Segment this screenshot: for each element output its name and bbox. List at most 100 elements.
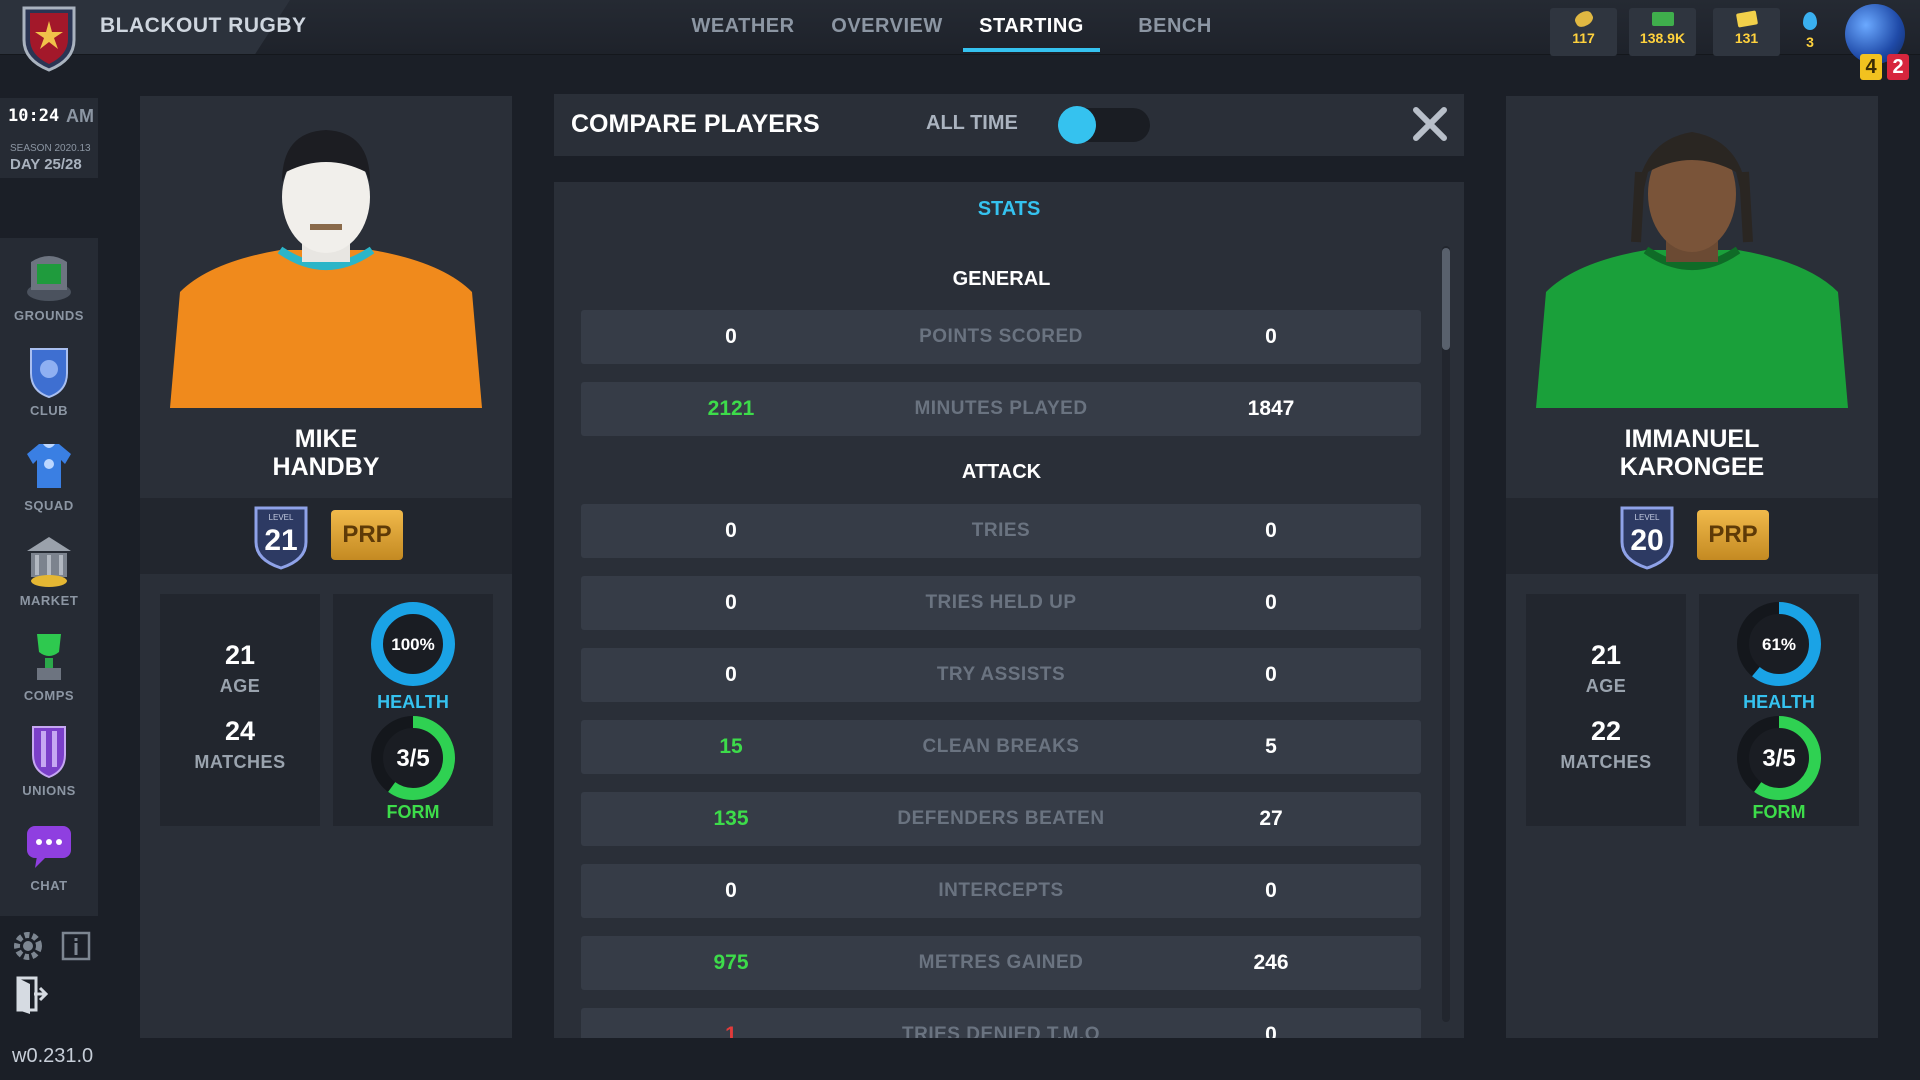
stat-right-value: 27: [1259, 807, 1283, 830]
nav-unions[interactable]: UNIONS: [0, 715, 98, 810]
age-value: 21: [224, 640, 256, 670]
stat-right-value: 246: [1253, 951, 1289, 974]
nav-comps[interactable]: COMPS: [0, 620, 98, 715]
age-label: AGE: [1585, 676, 1627, 696]
stat-label: INTERCEPTS: [938, 880, 1064, 901]
stat-row: 0 TRY ASSISTS 0: [581, 648, 1421, 702]
resource-cash[interactable]: 138.9K: [1629, 8, 1696, 56]
app-title: BLACKOUT RUGBY: [100, 14, 307, 37]
club-crest-logo[interactable]: [18, 2, 80, 72]
nav-club[interactable]: CLUB: [0, 335, 98, 430]
stat-right-value: 0: [1265, 663, 1277, 686]
scrollbar-track[interactable]: [1442, 246, 1450, 1022]
player-right-name: IMMANUEL KARONGEE: [1506, 425, 1878, 481]
cash-icon: [1651, 12, 1674, 26]
matches-value: 22: [1590, 716, 1622, 746]
tab-starting[interactable]: STARTING: [963, 0, 1100, 54]
stat-left-value: 0: [725, 325, 737, 348]
info-icon[interactable]: [58, 928, 94, 964]
position-badge: PRP: [331, 510, 403, 560]
resource-value: 138.9K: [1639, 30, 1686, 46]
notification-badge-yellow[interactable]: 4: [1860, 54, 1882, 80]
nav-market[interactable]: MARKET: [0, 525, 98, 620]
club-crest-icon: [30, 348, 68, 399]
clock-time: 10:24: [8, 106, 60, 126]
last-name: HANDBY: [272, 453, 380, 481]
stat-row: 975 METRES GAINED 246: [581, 936, 1421, 990]
union-shield-icon: [32, 726, 66, 779]
stats-tab[interactable]: STATS: [554, 198, 1464, 221]
exit-door-icon[interactable]: [12, 974, 48, 1014]
stat-label: TRY ASSISTS: [936, 664, 1066, 685]
gear-icon[interactable]: [10, 928, 46, 964]
form-label: FORM: [386, 802, 440, 822]
day-label: DAY 25/28: [10, 156, 82, 173]
notification-badge-red[interactable]: 2: [1887, 54, 1909, 80]
section-general: GENERAL: [952, 268, 1051, 290]
stat-right-value: 0: [1265, 879, 1277, 902]
stat-right-value: 5: [1265, 735, 1277, 758]
stat-right-value: 0: [1265, 591, 1277, 614]
resource-rugby-balls[interactable]: 117: [1550, 8, 1617, 56]
stat-left-value: 15: [719, 735, 743, 758]
nav-label: SQUAD: [24, 498, 74, 513]
stat-left-value: 975: [713, 951, 749, 974]
stat-row: 135 DEFENDERS BEATEN 27: [581, 792, 1421, 846]
resource-water[interactable]: 3: [1790, 8, 1830, 56]
player-right-badges: [1506, 498, 1878, 574]
toggle-knob[interactable]: [1058, 106, 1096, 144]
level-value: 20: [1630, 524, 1663, 557]
player-left-portrait[interactable]: [170, 112, 482, 408]
nav-squad[interactable]: SQUAD: [0, 430, 98, 525]
stat-left-value: 0: [725, 591, 737, 614]
age-value: 21: [1590, 640, 1622, 670]
form-ring: 3/5: [1737, 716, 1821, 800]
matches-label: MATCHES: [194, 752, 286, 772]
stat-row: 15 CLEAN BREAKS 5: [581, 720, 1421, 774]
health-value: 100%: [391, 635, 434, 654]
player-left-condition: 100% HEALTH 3/5 FORM: [333, 594, 493, 826]
stat-label: TRIES HELD UP: [925, 592, 1077, 613]
close-icon[interactable]: [1410, 104, 1450, 144]
tab-bench[interactable]: BENCH: [1112, 0, 1238, 54]
player-right-condition: 61% HEALTH 3/5 FORM: [1699, 594, 1859, 826]
nav-label: CHAT: [30, 878, 68, 893]
scrollbar-thumb[interactable]: [1442, 248, 1450, 350]
health-value: 61%: [1762, 635, 1796, 654]
season-label: SEASON 2020.13: [10, 143, 91, 154]
matches-label: MATCHES: [1560, 752, 1652, 772]
resource-value: 117: [1572, 30, 1595, 46]
nav-label: MARKET: [19, 593, 79, 608]
stat-right-value: 0: [1265, 519, 1277, 542]
stats-panel: STATS GENERAL ATTACK 0 POINTS SCORED 0 2121…: [554, 182, 1464, 1038]
form-label: FORM: [1752, 802, 1806, 822]
health-ring: 100%: [371, 602, 455, 686]
nav-grounds[interactable]: GROUNDS: [0, 240, 98, 335]
stat-row: 0 INTERCEPTS 0: [581, 864, 1421, 918]
nav-label: GROUNDS: [14, 308, 84, 323]
tab-weather[interactable]: WEATHER: [680, 0, 806, 54]
stat-right-value: 1847: [1247, 397, 1295, 420]
stat-row: 1 TRIES DENIED T.M.O 0: [581, 1008, 1421, 1038]
player-right-bio: 21 AGE 22 MATCHES: [1526, 594, 1686, 826]
stat-left-value: 0: [725, 879, 737, 902]
jersey-icon: [27, 444, 71, 488]
stat-label: CLEAN BREAKS: [922, 736, 1080, 757]
player-left-name: MIKE HANDBY: [140, 425, 512, 481]
player-right-portrait[interactable]: [1536, 112, 1848, 408]
clock-ampm: AM: [66, 106, 94, 126]
stat-label: DEFENDERS BEATEN: [897, 808, 1105, 829]
stat-left-value: 135: [713, 807, 749, 830]
form-value: 3/5: [1762, 745, 1795, 772]
resource-tickets[interactable]: 131: [1713, 8, 1780, 56]
stat-right-value: 0: [1265, 325, 1277, 348]
stadium-icon: [27, 256, 71, 301]
stat-left-value: 0: [725, 519, 737, 542]
nav-chat[interactable]: CHAT: [0, 810, 98, 905]
stat-left-value: 1: [725, 1023, 737, 1038]
all-time-label: ALL TIME: [926, 112, 1018, 134]
stat-row: 2121 MINUTES PLAYED 1847: [581, 382, 1421, 436]
compare-title: COMPARE PLAYERS: [571, 110, 820, 138]
form-value: 3/5: [396, 745, 429, 772]
tab-overview[interactable]: OVERVIEW: [824, 0, 950, 54]
